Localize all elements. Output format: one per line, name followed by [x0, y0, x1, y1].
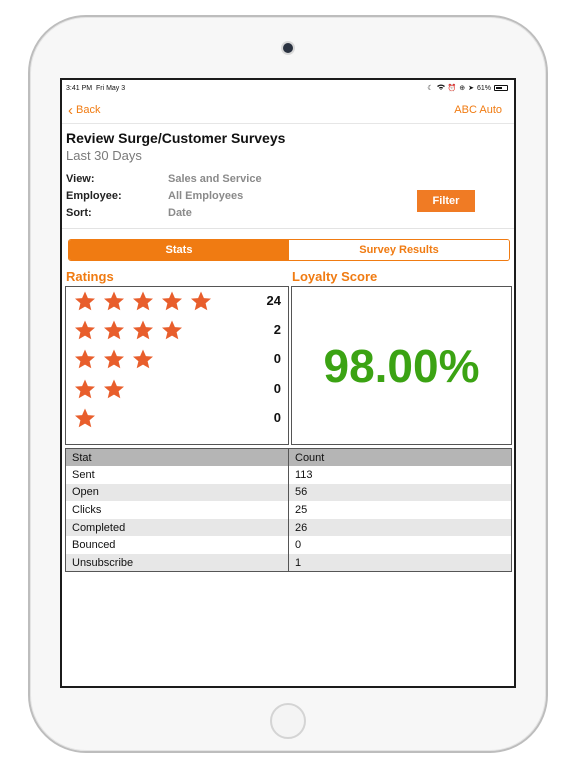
rating-count: 2	[273, 322, 281, 337]
status-bar: 3:41 PM Fri May 3 ☾ ⏰ ⊕ ➤ 61%	[62, 80, 514, 98]
stat-name: Sent	[65, 466, 289, 484]
stats-table: Stat Count Sent 113 Open 56 Clicks 25 Co…	[65, 448, 512, 573]
stat-count: 56	[288, 483, 512, 502]
status-date: Fri May 3	[95, 85, 126, 92]
divider	[62, 228, 514, 229]
chevron-left-icon: ‹	[68, 101, 73, 119]
rating-row-2: 0	[66, 375, 288, 403]
stat-name: Unsubscribe	[65, 554, 289, 572]
stat-count: 0	[288, 536, 512, 555]
star-group	[74, 316, 190, 344]
rating-row-3: 0	[66, 345, 288, 373]
rating-row-5: 24	[66, 287, 288, 315]
meta-key: View:	[66, 172, 95, 185]
star-icon	[162, 291, 182, 311]
home-button[interactable]	[270, 703, 306, 739]
wifi-icon	[436, 84, 445, 92]
meta-row-view: View: Sales and Service	[66, 170, 262, 187]
filter-button[interactable]: Filter	[417, 190, 475, 212]
table-row: Clicks 25	[65, 501, 512, 519]
star-icon	[162, 320, 182, 340]
star-icon	[104, 349, 124, 369]
back-label: Back	[76, 104, 101, 116]
tab-bar: Stats Survey Results	[68, 239, 510, 261]
star-icon	[75, 291, 95, 311]
star-icon	[75, 320, 95, 340]
orientation-lock-icon: ⊕	[459, 84, 466, 92]
loyalty-score-label: Loyalty Score	[292, 269, 378, 284]
meta-row-sort: Sort: Date	[66, 204, 262, 221]
star-group	[74, 345, 161, 373]
page-subtitle: Last 30 Days	[66, 148, 142, 163]
back-button[interactable]: ‹ Back	[68, 101, 101, 119]
star-icon	[133, 349, 153, 369]
loyalty-score-panel: 98.00%	[291, 286, 512, 445]
table-row: Bounced 0	[65, 536, 512, 555]
tab-survey-results[interactable]: Survey Results	[289, 240, 509, 260]
star-icon	[75, 379, 95, 399]
stat-name: Bounced	[65, 536, 289, 555]
star-group	[74, 404, 103, 432]
rating-count: 24	[266, 293, 281, 308]
rating-count: 0	[273, 381, 281, 396]
meta-value: Date	[168, 206, 192, 219]
meta-row-employee: Employee: All Employees	[66, 187, 262, 204]
status-time: 3:41 PM	[66, 85, 93, 92]
status-time-date: 3:41 PM Fri May 3	[66, 85, 125, 92]
table-row: Open 56	[65, 483, 512, 502]
battery-fill	[496, 87, 503, 89]
star-icon	[133, 320, 153, 340]
nav-bar: ‹ Back ABC Auto	[62, 98, 514, 124]
report-meta: View: Sales and Service Employee: All Em…	[66, 170, 262, 221]
star-icon	[75, 349, 95, 369]
camera-icon	[283, 43, 293, 53]
stat-name: Completed	[65, 518, 289, 537]
tab-stats[interactable]: Stats	[69, 240, 289, 260]
battery-icon	[494, 85, 508, 91]
stat-count: 26	[288, 518, 512, 537]
ratings-panel: 24 2 0 0 0	[65, 286, 289, 445]
rating-row-1: 0	[66, 404, 288, 432]
table-row: Sent 113	[65, 466, 512, 484]
page-title: Review Surge/Customer Surveys	[66, 130, 286, 146]
table-row: Completed 26	[65, 518, 512, 537]
meta-value: All Employees	[168, 189, 244, 202]
stat-count: 1	[288, 554, 512, 572]
rating-row-4: 2	[66, 316, 288, 344]
battery-percent: 61%	[476, 84, 491, 92]
table-row: Unsubscribe 1	[65, 554, 512, 572]
table-header-row: Stat Count	[65, 448, 512, 467]
column-header-stat: Stat	[65, 448, 289, 467]
meta-key: Employee:	[66, 189, 122, 202]
rating-count: 0	[273, 410, 281, 425]
stat-count: 113	[288, 466, 512, 484]
stat-name: Clicks	[65, 501, 289, 519]
meta-value: Sales and Service	[168, 172, 262, 185]
ratings-label: Ratings	[66, 269, 114, 284]
rating-count: 0	[273, 351, 281, 366]
stat-count: 25	[288, 501, 512, 519]
column-header-count: Count	[288, 448, 512, 467]
star-icon	[104, 379, 124, 399]
star-icon	[104, 291, 124, 311]
star-icon	[133, 291, 153, 311]
loyalty-score-value: 98.00%	[323, 339, 480, 392]
alarm-icon: ⏰	[447, 84, 457, 92]
meta-key: Sort:	[66, 206, 92, 219]
account-name[interactable]: ABC Auto	[454, 104, 502, 116]
star-group	[74, 375, 132, 403]
star-icon	[104, 320, 124, 340]
stat-name: Open	[65, 483, 289, 502]
star-group	[74, 287, 219, 315]
moon-icon: ☾	[427, 84, 434, 92]
status-icons: ☾ ⏰ ⊕ ➤ 61%	[427, 84, 508, 92]
star-icon	[75, 408, 95, 428]
star-icon	[191, 291, 211, 311]
app-screen: 3:41 PM Fri May 3 ☾ ⏰ ⊕ ➤ 61% ‹ Back ABC…	[60, 78, 516, 688]
location-icon: ➤	[468, 84, 474, 92]
